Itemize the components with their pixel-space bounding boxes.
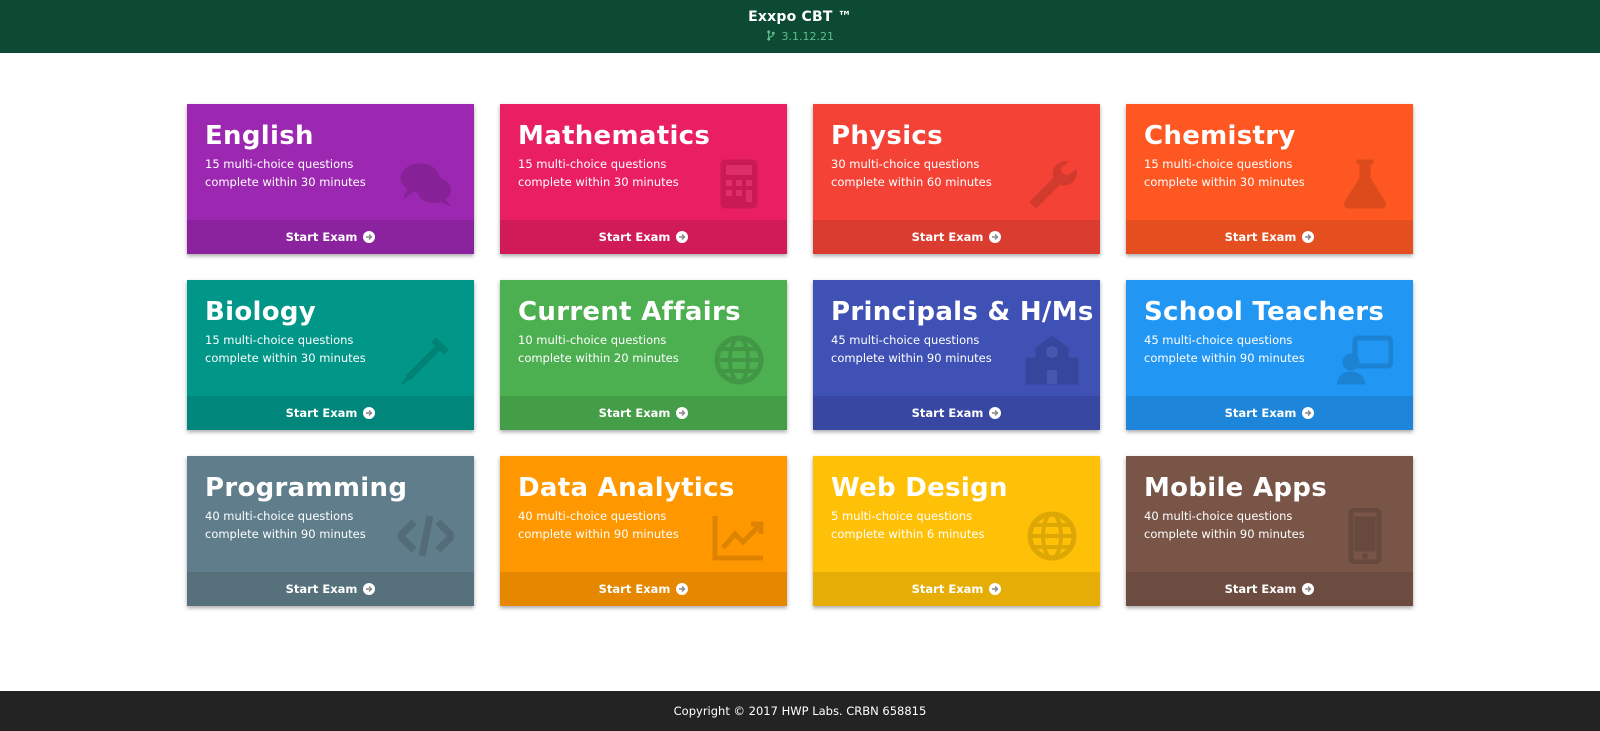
card-title: Principals & H/Ms [831, 297, 1094, 327]
arrow-circle-right-icon [1302, 231, 1315, 243]
start-exam-button[interactable]: Start Exam [813, 572, 1100, 606]
school-icon [1024, 332, 1080, 388]
start-exam-label: Start Exam [285, 230, 358, 244]
smartphone-icon [1337, 507, 1393, 565]
exam-card-grid: English 15 multi-choice questions comple… [187, 104, 1413, 606]
card-body: Principals & H/Ms 45 multi-choice questi… [813, 280, 1100, 396]
start-exam-label: Start Exam [285, 406, 358, 420]
card-title: Data Analytics [518, 473, 735, 503]
arrow-circle-right-icon [989, 407, 1002, 419]
exam-card-school-teachers: School Teachers 45 multi-choice question… [1126, 280, 1413, 430]
card-title: Biology [205, 297, 317, 327]
wrench-icon [1024, 156, 1080, 212]
card-body: Chemistry 15 multi-choice questions comp… [1126, 104, 1413, 220]
chat-bubbles-icon [398, 156, 454, 212]
copyright-text: Copyright © 2017 HWP Labs. CRBN 658815 [673, 704, 927, 718]
globe-icon [1024, 508, 1080, 564]
branch-icon [766, 30, 776, 41]
start-exam-button[interactable]: Start Exam [1126, 220, 1413, 254]
exam-card-current-affairs: Current Affairs 10 multi-choice question… [500, 280, 787, 430]
card-title: Programming [205, 473, 408, 503]
globe-icon [711, 332, 767, 388]
exam-card-principals: Principals & H/Ms 45 multi-choice questi… [813, 280, 1100, 430]
flask-icon [1337, 156, 1393, 212]
start-exam-label: Start Exam [911, 582, 984, 596]
card-body: Programming 40 multi-choice questions co… [187, 456, 474, 572]
app-version: 3.1.12.21 [0, 30, 1600, 43]
start-exam-button[interactable]: Start Exam [500, 572, 787, 606]
arrow-circle-right-icon [363, 407, 376, 419]
card-body: Web Design 5 multi-choice questions comp… [813, 456, 1100, 572]
card-title: Chemistry [1144, 121, 1296, 151]
version-text: 3.1.12.21 [781, 30, 834, 43]
card-body: Current Affairs 10 multi-choice question… [500, 280, 787, 396]
start-exam-button[interactable]: Start Exam [187, 396, 474, 430]
arrow-circle-right-icon [989, 583, 1002, 595]
card-title: Web Design [831, 473, 1008, 503]
syringe-icon [398, 332, 454, 388]
card-title: Mathematics [518, 121, 711, 151]
start-exam-button[interactable]: Start Exam [187, 572, 474, 606]
start-exam-label: Start Exam [598, 406, 671, 420]
arrow-circle-right-icon [989, 231, 1002, 243]
card-title: Mobile Apps [1144, 473, 1327, 503]
start-exam-button[interactable]: Start Exam [500, 396, 787, 430]
card-body: Mobile Apps 40 multi-choice questions co… [1126, 456, 1413, 572]
arrow-circle-right-icon [676, 231, 689, 243]
teacher-board-icon [1336, 332, 1394, 388]
card-body: English 15 multi-choice questions comple… [187, 104, 474, 220]
start-exam-label: Start Exam [1224, 406, 1297, 420]
start-exam-label: Start Exam [911, 406, 984, 420]
exam-card-chemistry: Chemistry 15 multi-choice questions comp… [1126, 104, 1413, 254]
app-title: Exxpo CBT ™ [748, 9, 852, 25]
exam-card-mathematics: Mathematics 15 multi-choice questions co… [500, 104, 787, 254]
start-exam-button[interactable]: Start Exam [1126, 572, 1413, 606]
arrow-circle-right-icon [1302, 583, 1315, 595]
start-exam-label: Start Exam [598, 582, 671, 596]
card-title: School Teachers [1144, 297, 1385, 327]
code-icon [395, 508, 457, 564]
exam-card-web-design: Web Design 5 multi-choice questions comp… [813, 456, 1100, 606]
exam-card-mobile-apps: Mobile Apps 40 multi-choice questions co… [1126, 456, 1413, 606]
arrow-circle-right-icon [363, 231, 376, 243]
start-exam-button[interactable]: Start Exam [813, 396, 1100, 430]
top-bar: Exxpo CBT ™ 3.1.12.21 [0, 0, 1600, 53]
page-footer: Copyright © 2017 HWP Labs. CRBN 658815 [0, 691, 1600, 731]
start-exam-button[interactable]: Start Exam [813, 220, 1100, 254]
start-exam-label: Start Exam [1224, 582, 1297, 596]
start-exam-button[interactable]: Start Exam [500, 220, 787, 254]
card-body: Biology 15 multi-choice questions comple… [187, 280, 474, 396]
start-exam-label: Start Exam [285, 582, 358, 596]
arrow-circle-right-icon [363, 583, 376, 595]
start-exam-label: Start Exam [911, 230, 984, 244]
start-exam-label: Start Exam [598, 230, 671, 244]
arrow-circle-right-icon [676, 407, 689, 419]
exam-card-english: English 15 multi-choice questions comple… [187, 104, 474, 254]
start-exam-label: Start Exam [1224, 230, 1297, 244]
card-title: English [205, 121, 314, 151]
card-body: Data Analytics 40 multi-choice questions… [500, 456, 787, 572]
exam-card-programming: Programming 40 multi-choice questions co… [187, 456, 474, 606]
exam-card-physics: Physics 30 multi-choice questions comple… [813, 104, 1100, 254]
card-body: School Teachers 45 multi-choice question… [1126, 280, 1413, 396]
card-body: Mathematics 15 multi-choice questions co… [500, 104, 787, 220]
arrow-circle-right-icon [676, 583, 689, 595]
exam-card-data-analytics: Data Analytics 40 multi-choice questions… [500, 456, 787, 606]
card-title: Current Affairs [518, 297, 741, 327]
trending-chart-icon [711, 508, 767, 564]
card-body: Physics 30 multi-choice questions comple… [813, 104, 1100, 220]
start-exam-button[interactable]: Start Exam [1126, 396, 1413, 430]
calculator-icon [711, 156, 767, 212]
exam-card-biology: Biology 15 multi-choice questions comple… [187, 280, 474, 430]
start-exam-button[interactable]: Start Exam [187, 220, 474, 254]
card-title: Physics [831, 121, 943, 151]
arrow-circle-right-icon [1302, 407, 1315, 419]
